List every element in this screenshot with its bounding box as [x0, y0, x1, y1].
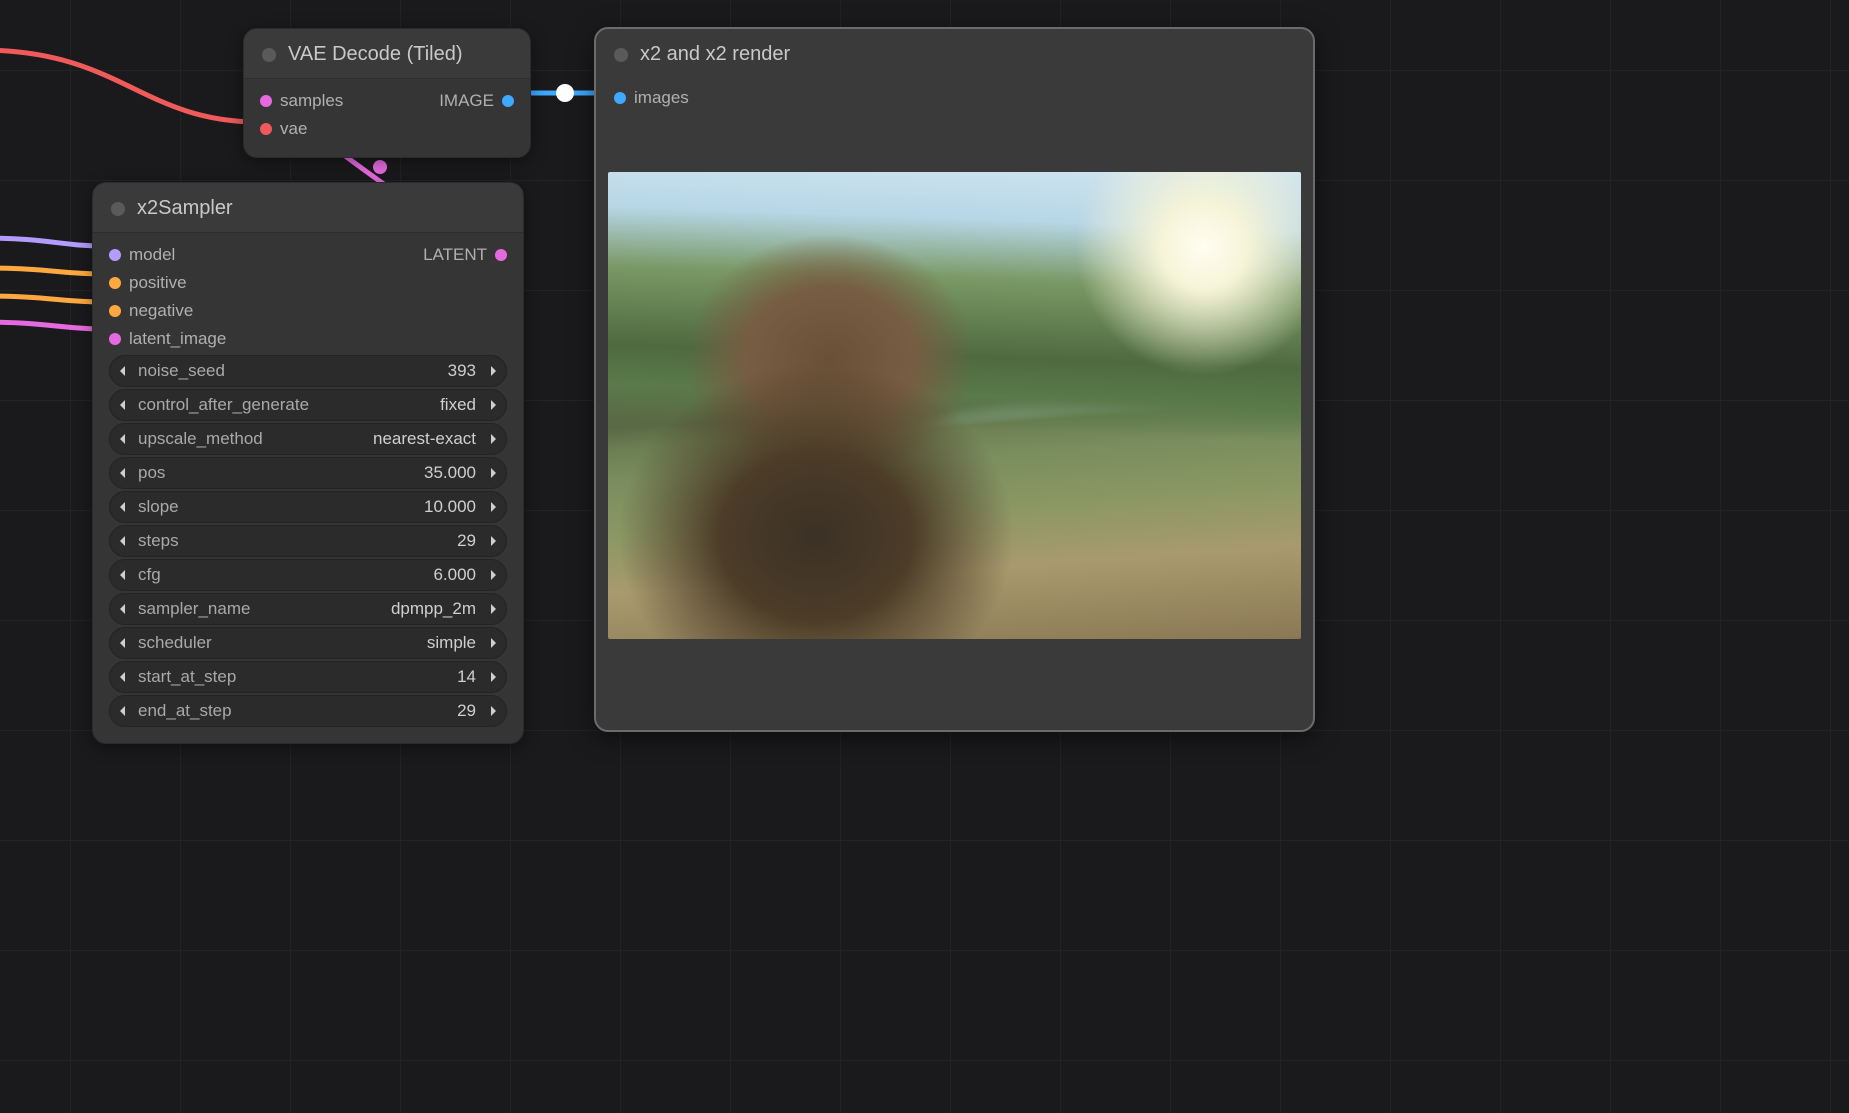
param-decrement-icon[interactable]	[112, 459, 134, 487]
param-label: upscale_method	[134, 429, 263, 449]
port-dot-icon	[109, 277, 121, 289]
param-value: fixed	[440, 395, 482, 415]
param-value: 29	[457, 701, 482, 721]
param-decrement-icon[interactable]	[112, 357, 134, 385]
param-noise_seed[interactable]: noise_seed 393	[109, 355, 507, 387]
port-label: vae	[280, 115, 307, 143]
param-label: noise_seed	[134, 361, 225, 381]
port-dot-icon	[109, 249, 121, 261]
param-sampler_name[interactable]: sampler_name dpmpp_2m	[109, 593, 507, 625]
param-value: 393	[448, 361, 482, 381]
param-increment-icon[interactable]	[482, 663, 504, 691]
port-label: images	[634, 84, 689, 112]
param-decrement-icon[interactable]	[112, 527, 134, 555]
param-control_after_generate[interactable]: control_after_generate fixed	[109, 389, 507, 421]
node-header[interactable]: x2Sampler	[93, 183, 523, 233]
port-dot-icon	[260, 95, 272, 107]
node-title: x2 and x2 render	[640, 43, 790, 66]
node-x2sampler[interactable]: x2Sampler model LATENT positive	[92, 182, 524, 744]
param-increment-icon[interactable]	[482, 561, 504, 589]
port-dot-icon	[495, 249, 507, 261]
param-start_at_step[interactable]: start_at_step 14	[109, 661, 507, 693]
param-value: simple	[427, 633, 482, 653]
port-label: latent_image	[129, 325, 226, 353]
port-label: negative	[129, 297, 193, 325]
port-label: samples	[280, 87, 343, 115]
port-label: positive	[129, 269, 187, 297]
param-label: end_at_step	[134, 701, 232, 721]
param-upscale_method[interactable]: upscale_method nearest-exact	[109, 423, 507, 455]
collapse-icon[interactable]	[262, 48, 276, 62]
param-increment-icon[interactable]	[482, 357, 504, 385]
param-scheduler[interactable]: scheduler simple	[109, 627, 507, 659]
input-port-positive[interactable]: positive	[109, 269, 187, 297]
port-label: LATENT	[423, 241, 487, 269]
port-label: model	[129, 241, 175, 269]
param-value: nearest-exact	[373, 429, 482, 449]
collapse-icon[interactable]	[111, 202, 125, 216]
param-steps[interactable]: steps 29	[109, 525, 507, 557]
input-port-images[interactable]: images	[614, 84, 689, 112]
port-dot-icon	[109, 333, 121, 345]
param-cfg[interactable]: cfg 6.000	[109, 559, 507, 591]
param-decrement-icon[interactable]	[112, 425, 134, 453]
node-preview[interactable]: x2 and x2 render images	[594, 27, 1315, 732]
param-pos[interactable]: pos 35.000	[109, 457, 507, 489]
param-increment-icon[interactable]	[482, 493, 504, 521]
param-value: 29	[457, 531, 482, 551]
output-port-image[interactable]: IMAGE	[439, 87, 514, 115]
preview-image	[608, 172, 1301, 639]
param-value: 35.000	[424, 463, 482, 483]
input-port-samples[interactable]: samples	[260, 87, 343, 115]
param-label: pos	[134, 463, 165, 483]
param-label: cfg	[134, 565, 161, 585]
param-decrement-icon[interactable]	[112, 629, 134, 657]
param-label: slope	[134, 497, 179, 517]
node-header[interactable]: x2 and x2 render	[596, 29, 1313, 78]
param-value: 10.000	[424, 497, 482, 517]
port-label: IMAGE	[439, 87, 494, 115]
node-header[interactable]: VAE Decode (Tiled)	[244, 29, 530, 79]
param-increment-icon[interactable]	[482, 459, 504, 487]
port-dot-icon	[260, 123, 272, 135]
param-decrement-icon[interactable]	[112, 697, 134, 725]
param-label: start_at_step	[134, 667, 236, 687]
input-port-latent-image[interactable]: latent_image	[109, 325, 226, 353]
param-increment-icon[interactable]	[482, 425, 504, 453]
param-label: control_after_generate	[134, 395, 309, 415]
node-title: VAE Decode (Tiled)	[288, 43, 463, 66]
param-increment-icon[interactable]	[482, 697, 504, 725]
param-slope[interactable]: slope 10.000	[109, 491, 507, 523]
param-increment-icon[interactable]	[482, 629, 504, 657]
input-port-negative[interactable]: negative	[109, 297, 193, 325]
param-value: 6.000	[433, 565, 482, 585]
port-dot-icon	[614, 92, 626, 104]
input-port-vae[interactable]: vae	[260, 115, 307, 143]
param-label: sampler_name	[134, 599, 250, 619]
node-vae-decode[interactable]: VAE Decode (Tiled) samples IMAGE vae	[243, 28, 531, 158]
param-value: 14	[457, 667, 482, 687]
collapse-icon[interactable]	[614, 48, 628, 62]
param-end_at_step[interactable]: end_at_step 29	[109, 695, 507, 727]
param-increment-icon[interactable]	[482, 391, 504, 419]
param-decrement-icon[interactable]	[112, 561, 134, 589]
param-increment-icon[interactable]	[482, 595, 504, 623]
output-port-latent[interactable]: LATENT	[423, 241, 507, 269]
param-decrement-icon[interactable]	[112, 663, 134, 691]
param-decrement-icon[interactable]	[112, 493, 134, 521]
node-title: x2Sampler	[137, 197, 233, 220]
port-dot-icon	[502, 95, 514, 107]
param-increment-icon[interactable]	[482, 527, 504, 555]
port-dot-icon	[109, 305, 121, 317]
input-port-model[interactable]: model	[109, 241, 175, 269]
param-decrement-icon[interactable]	[112, 391, 134, 419]
param-decrement-icon[interactable]	[112, 595, 134, 623]
param-label: steps	[134, 531, 179, 551]
param-label: scheduler	[134, 633, 212, 653]
param-value: dpmpp_2m	[391, 599, 482, 619]
